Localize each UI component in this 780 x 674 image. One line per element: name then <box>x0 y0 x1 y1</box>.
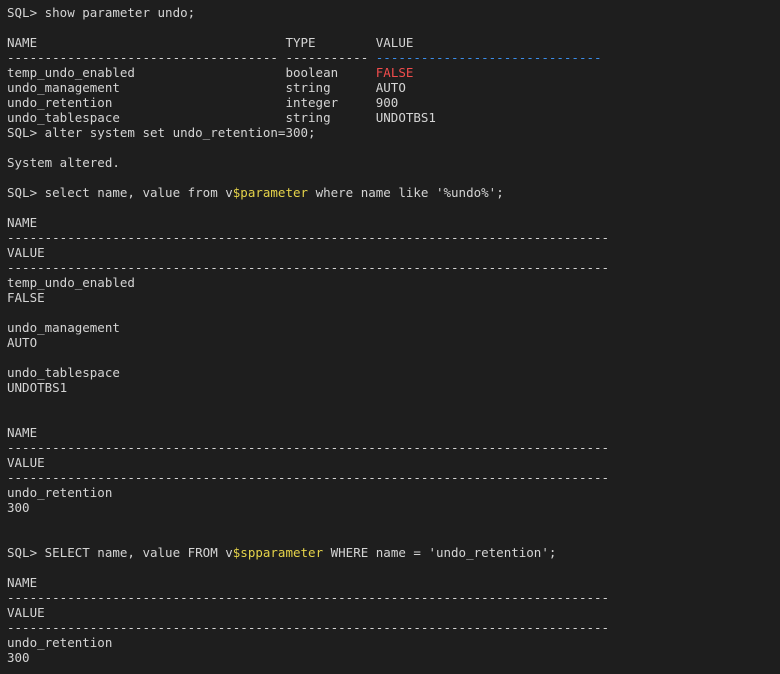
terminal-line: NAME <box>7 575 780 590</box>
terminal-text: where name like '%undo%'; <box>308 185 504 200</box>
terminal-line: temp_undo_enabled boolean FALSE <box>7 65 780 80</box>
terminal-text: undo_retention integer 900 <box>7 95 399 110</box>
terminal-line: System altered. <box>7 155 780 170</box>
terminal-text: undo_management string AUTO <box>7 80 406 95</box>
terminal-line: 300 <box>7 650 780 665</box>
terminal-text: temp_undo_enabled <box>7 275 135 290</box>
terminal-line: undo_retention integer 900 <box>7 95 780 110</box>
terminal-line: SQL> select name, value from v$parameter… <box>7 185 780 200</box>
terminal-text: WHERE name = 'undo_retention'; <box>323 545 557 560</box>
terminal-text: $spparameter <box>232 545 324 560</box>
terminal-text: VALUE <box>7 605 45 620</box>
terminal-line: temp_undo_enabled <box>7 275 780 290</box>
terminal-text: undo_retention <box>7 635 113 650</box>
terminal-line: FALSE <box>7 290 780 305</box>
terminal-line: ----------------------------------------… <box>7 230 780 245</box>
terminal-text: undo_management <box>7 320 120 335</box>
terminal-text: 300 <box>7 650 30 665</box>
terminal-text: SQL> alter system set undo_retention=300… <box>7 125 316 140</box>
terminal-text: undo_tablespace string UNDOTBS1 <box>7 110 436 125</box>
terminal-text: UNDOTBS1 <box>7 380 68 395</box>
terminal-text: NAME <box>7 575 38 590</box>
terminal-text: undo_retention <box>7 485 113 500</box>
terminal-window[interactable]: SQL> show parameter undo; NAME TYPE VALUE… <box>0 0 780 674</box>
terminal-text: VALUE <box>7 455 45 470</box>
terminal-line: ----------------------------------------… <box>7 440 780 455</box>
terminal-line: UNDOTBS1 <box>7 380 780 395</box>
terminal-line: ----------------------------------------… <box>7 260 780 275</box>
terminal-text: FALSE <box>375 65 414 80</box>
terminal-line: undo_tablespace string UNDOTBS1 <box>7 110 780 125</box>
terminal-text: 300 <box>7 500 30 515</box>
terminal-line: VALUE <box>7 605 780 620</box>
terminal-text: AUTO <box>7 335 38 350</box>
terminal-text: SQL> select name, value from v <box>7 185 233 200</box>
terminal-line: undo_management string AUTO <box>7 80 780 95</box>
terminal-text: NAME <box>7 215 38 230</box>
terminal-text: ----------------------------------------… <box>7 470 610 485</box>
terminal-line: ------------------------------------ ---… <box>7 50 780 65</box>
terminal-text: $parameter <box>232 185 309 200</box>
terminal-line: ----------------------------------------… <box>7 620 780 635</box>
terminal-text: undo_tablespace <box>7 365 120 380</box>
terminal-text: SQL> SELECT name, value FROM v <box>7 545 233 560</box>
terminal-line: VALUE <box>7 455 780 470</box>
terminal-line: SQL> show parameter undo; <box>7 5 780 20</box>
terminal-line: NAME <box>7 425 780 440</box>
terminal-line: SQL> alter system set undo_retention=300… <box>7 125 780 140</box>
terminal-line: undo_tablespace <box>7 365 780 380</box>
terminal-text: ------------------------------------ ---… <box>7 50 376 65</box>
terminal-text: ----------------------------------------… <box>7 230 610 245</box>
terminal-text: ----------------------------------------… <box>7 590 610 605</box>
terminal-line: 300 <box>7 500 780 515</box>
terminal-line: NAME <box>7 215 780 230</box>
terminal-text: ----------------------------------------… <box>7 440 610 455</box>
terminal-text: NAME <box>7 425 38 440</box>
terminal-text: SQL> show parameter undo; <box>7 5 196 20</box>
terminal-text: FALSE <box>7 290 45 305</box>
terminal-text: NAME TYPE VALUE <box>7 35 414 50</box>
terminal-line: undo_retention <box>7 635 780 650</box>
terminal-line: AUTO <box>7 335 780 350</box>
terminal-text: System altered. <box>7 155 120 170</box>
terminal-line: ----------------------------------------… <box>7 470 780 485</box>
terminal-line: ----------------------------------------… <box>7 590 780 605</box>
terminal-line: VALUE <box>7 245 780 260</box>
terminal-text: ----------------------------------------… <box>7 260 610 275</box>
terminal-text: ------------------------------ <box>375 50 602 65</box>
terminal-text: VALUE <box>7 245 45 260</box>
terminal-text: ----------------------------------------… <box>7 620 610 635</box>
terminal-line: NAME TYPE VALUE <box>7 35 780 50</box>
terminal-text: temp_undo_enabled boolean <box>7 65 376 80</box>
terminal-line: undo_management <box>7 320 780 335</box>
terminal-line: SQL> SELECT name, value FROM v$spparamet… <box>7 545 780 560</box>
terminal-line: undo_retention <box>7 485 780 500</box>
